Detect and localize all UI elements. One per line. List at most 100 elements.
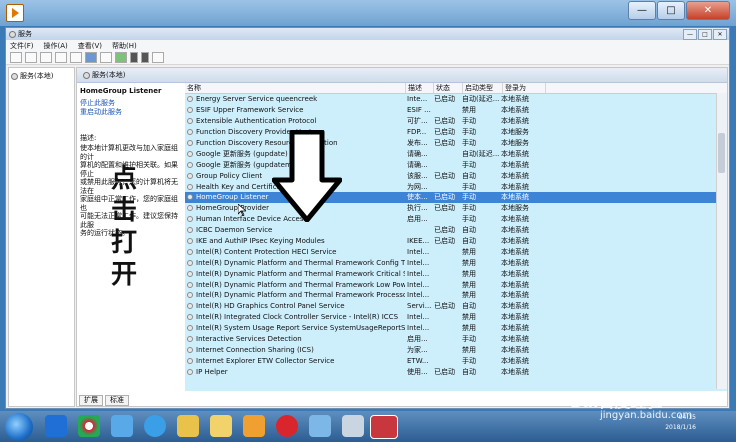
tree-item-services-local[interactable]: 服务(本地) — [9, 68, 74, 84]
table-row[interactable]: Internet Connection Sharing (ICS) 为家... 禁用… — [185, 344, 727, 355]
pause-icon[interactable] — [141, 52, 149, 63]
close-button[interactable]: ✕ — [686, 1, 730, 20]
scrollbar-thumb[interactable] — [718, 133, 725, 173]
table-row[interactable]: ICBC Daemon Service 已启动 自动 本地系统 — [185, 225, 727, 236]
game-icon[interactable] — [276, 415, 298, 437]
column-description[interactable]: 描述 — [406, 83, 434, 93]
service-startup-type: 自动(延迟... — [462, 95, 499, 104]
gear-icon — [187, 303, 193, 310]
gear-icon — [187, 357, 193, 364]
service-name: Internet Explorer ETW Collector Service — [185, 357, 405, 365]
app-tool-icon[interactable] — [342, 415, 364, 437]
table-row[interactable]: Human Interface Device Access 启用... 手动 本地系统 — [185, 214, 727, 225]
properties-icon[interactable] — [100, 52, 112, 63]
service-startup-type: 自动 — [462, 226, 476, 235]
forward-icon[interactable] — [25, 52, 37, 63]
table-row[interactable]: IP Helper 使用... 已启动 自动 本地系统 — [185, 366, 727, 377]
table-row[interactable]: Function Discovery Provider Host FDP... 已启… — [185, 127, 727, 138]
inner-window-controls: — □ ✕ — [682, 29, 727, 40]
service-logon: 本地系统 — [501, 302, 529, 311]
service-startup-type: 手动 — [462, 204, 476, 213]
sogou-icon[interactable] — [144, 415, 166, 437]
table-row[interactable]: Intel(R) System Usage Report Service Sys… — [185, 323, 727, 334]
gear-icon — [187, 314, 193, 321]
menu-view[interactable]: 查看(V) — [78, 41, 102, 51]
table-row[interactable]: Intel(R) Dynamic Platform and Thermal Fr… — [185, 257, 727, 268]
table-row[interactable]: Interactive Services Detection 启用... 手动 本地系… — [185, 334, 727, 345]
down-arrow-icon — [272, 130, 342, 222]
column-name[interactable]: 名称 — [185, 83, 406, 93]
console-tree-icon[interactable] — [40, 52, 52, 63]
help-icon[interactable] — [85, 52, 97, 63]
table-row[interactable]: Google 更新服务 (gupdatem) 请确... 手动 本地系统 — [185, 159, 727, 170]
ie-icon[interactable] — [45, 415, 67, 437]
back-icon[interactable] — [10, 52, 22, 63]
service-status: 已启动 — [434, 367, 455, 376]
service-startup-type: 手动 — [462, 128, 476, 137]
refresh-icon[interactable] — [55, 52, 67, 63]
table-row[interactable]: Intel(R) Dynamic Platform and Thermal Fr… — [185, 268, 727, 279]
service-logon: 本地系统 — [501, 160, 529, 169]
table-row[interactable]: Intel(R) Integrated Clock Controller Ser… — [185, 312, 727, 323]
menu-help[interactable]: 帮助(H) — [112, 41, 137, 51]
service-name: ICBC Daemon Service — [185, 226, 405, 234]
table-row[interactable]: HomeGroup Provider 执行... 已启动 手动 本地服务 — [185, 203, 727, 214]
list-scrollbar[interactable] — [716, 93, 727, 389]
service-logon: 本地系统 — [501, 367, 529, 376]
media-player-icon[interactable] — [243, 415, 265, 437]
inner-maximize-button[interactable]: □ — [698, 29, 712, 40]
table-row[interactable]: IKE and AuthIP IPsec Keying Modules IKEE.… — [185, 236, 727, 247]
service-startup-type: 手动 — [462, 335, 476, 344]
menu-action[interactable]: 操作(A) — [44, 41, 68, 51]
notes-icon[interactable] — [210, 415, 232, 437]
table-row[interactable]: Intel(R) Dynamic Platform and Thermal Fr… — [185, 279, 727, 290]
watermark-url: jingyan.baidu.com — [600, 410, 693, 421]
services-taskbar-icon[interactable] — [370, 415, 398, 439]
gear-icon — [83, 71, 90, 79]
gear-icon — [187, 140, 193, 146]
table-row-selected[interactable]: HomeGroup Listener 使本... 已启动 手动 本地系统 — [185, 192, 727, 203]
minimize-button[interactable]: — — [628, 1, 656, 20]
column-startup-type[interactable]: 启动类型 — [463, 83, 503, 93]
restart-service-link[interactable]: 重启动此服务 — [77, 108, 183, 117]
export-icon[interactable] — [70, 52, 82, 63]
table-row[interactable]: Intel(R) Content Protection HECI Service… — [185, 246, 727, 257]
service-startup-type: 禁用 — [462, 269, 476, 278]
start-button[interactable] — [5, 413, 33, 441]
table-row[interactable]: Extensible Authentication Protocol 可扩... 已… — [185, 116, 727, 127]
gear-icon — [187, 368, 193, 375]
table-row[interactable]: Internet Explorer ETW Collector Service E… — [185, 355, 727, 366]
menu-file[interactable]: 文件(F) — [10, 41, 34, 51]
gear-icon — [187, 161, 193, 168]
maximize-button[interactable]: □ — [657, 1, 685, 20]
stop-icon[interactable] — [130, 52, 138, 63]
tab-standard[interactable]: 标准 — [105, 395, 129, 406]
table-row[interactable]: ESIF Upper Framework Service ESIF ... 禁用 本地… — [185, 105, 727, 116]
column-log-on-as[interactable]: 登录为 — [503, 83, 546, 93]
table-row[interactable]: Intel(R) Dynamic Platform and Thermal Fr… — [185, 290, 727, 301]
table-row[interactable]: Google 更新服务 (gupdate) 请确... 自动(延迟... 本地系统 — [185, 148, 727, 159]
tab-extended[interactable]: 扩展 — [79, 395, 103, 406]
table-row[interactable]: Intel(R) HD Graphics Control Panel Servi… — [185, 301, 727, 312]
table-row[interactable]: Health Key and Certificate Management 为网.… — [185, 181, 727, 192]
service-status: 已启动 — [434, 171, 455, 180]
gear-icon — [187, 227, 193, 234]
table-row[interactable]: Energy Server Service queencreek Inte... 已… — [185, 94, 727, 105]
chrome-icon[interactable] — [78, 415, 100, 437]
service-name: Extensible Authentication Protocol — [185, 117, 405, 125]
service-startup-type: 手动 — [462, 215, 476, 224]
inner-minimize-button[interactable]: — — [683, 29, 697, 40]
column-status[interactable]: 状态 — [434, 83, 463, 93]
table-row[interactable]: Group Policy Client 该服... 已启动 自动 本地系统 — [185, 170, 727, 181]
network-icon[interactable] — [309, 415, 331, 437]
app-icon — [6, 4, 24, 22]
baidu-netdisk-icon[interactable] — [111, 415, 133, 437]
inner-close-button[interactable]: ✕ — [713, 29, 727, 40]
folder-icon[interactable] — [177, 415, 199, 437]
play-icon[interactable] — [115, 52, 127, 63]
console-tree: 服务(本地) — [8, 67, 75, 407]
table-row[interactable]: Function Discovery Resource Publication 发… — [185, 138, 727, 149]
service-startup-type: 禁用 — [462, 313, 476, 322]
restart-icon[interactable] — [152, 52, 164, 63]
stop-service-link[interactable]: 停止此服务 — [77, 99, 183, 108]
